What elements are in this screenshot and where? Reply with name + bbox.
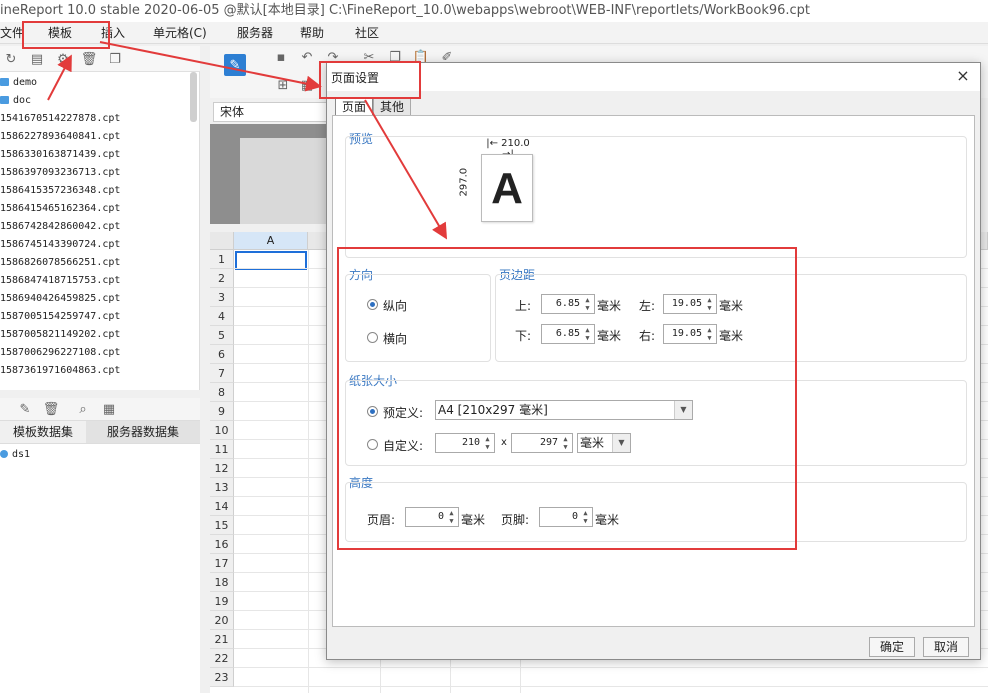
undo-icon[interactable]: ↶ <box>298 48 316 66</box>
tree-file[interactable]: 1587005154259747.cpt <box>0 308 120 326</box>
row-header[interactable]: 17 <box>210 554 234 573</box>
row-header[interactable]: 4 <box>210 307 234 326</box>
row-header[interactable]: 16 <box>210 535 234 554</box>
dataset-list: ds1 <box>0 444 200 693</box>
tab-other[interactable]: 其他 <box>373 97 412 115</box>
tree-folder[interactable]: demo <box>0 74 37 92</box>
menu-bar: 文件 模板 插入 单元格(C) 服务器 帮助 社区 <box>0 22 988 44</box>
insert-grid-icon[interactable]: ▦ <box>298 76 316 94</box>
tree-file[interactable]: 1586940426459825.cpt <box>0 290 120 308</box>
delete-icon[interactable]: 🗑 <box>42 400 60 418</box>
row-header[interactable]: 22 <box>210 649 234 668</box>
row-header[interactable]: 14 <box>210 497 234 516</box>
new-folder-icon[interactable]: ▤ <box>28 50 46 68</box>
row-header[interactable]: 15 <box>210 516 234 535</box>
row-header[interactable]: 8 <box>210 383 234 402</box>
row-header[interactable]: 10 <box>210 421 234 440</box>
row-header[interactable]: 2 <box>210 269 234 288</box>
settings-icon[interactable]: ⚙ <box>54 50 72 68</box>
tree-file[interactable]: 1586397093236713.cpt <box>0 164 120 182</box>
row-header[interactable]: 12 <box>210 459 234 478</box>
dataset-item[interactable]: ds1 <box>0 446 30 464</box>
template-toolbar: ↻ ▤ ⚙ 🗑 ❐ <box>0 46 200 72</box>
edit-icon[interactable]: ✎ <box>16 400 34 418</box>
row-header[interactable]: 11 <box>210 440 234 459</box>
row-header[interactable]: 3 <box>210 288 234 307</box>
menu-server[interactable]: 服务器 <box>237 22 273 44</box>
menu-help[interactable]: 帮助 <box>300 22 324 44</box>
row-header[interactable]: 1 <box>210 250 234 269</box>
folder-icon <box>0 96 9 104</box>
ok-button[interactable]: 确定 <box>869 637 915 657</box>
tree-file[interactable]: 1586330163871439.cpt <box>0 146 120 164</box>
tree-file[interactable]: 1586415465162364.cpt <box>0 200 120 218</box>
tree-file[interactable]: 1586745143390724.cpt <box>0 236 120 254</box>
copy-icon[interactable]: ❐ <box>106 50 124 68</box>
grid-line <box>234 686 988 687</box>
preview-page: A <box>481 154 533 222</box>
preview-group <box>345 136 967 258</box>
row-header[interactable]: 20 <box>210 611 234 630</box>
row-header[interactable]: 21 <box>210 630 234 649</box>
close-icon[interactable]: × <box>954 67 972 85</box>
annotation-box-dialog-title <box>319 61 421 99</box>
tree-file[interactable]: 1586847418715753.cpt <box>0 272 120 290</box>
row-header[interactable]: 5 <box>210 326 234 345</box>
dataset-toolbar: ✎ 🗑 ⌕ ▦ <box>0 398 200 420</box>
template-file-tree: demo doc 1541670514227878.cpt 1586227893… <box>0 72 200 390</box>
save-icon[interactable]: ▪ <box>272 48 290 66</box>
tree-file[interactable]: 1586742842860042.cpt <box>0 218 120 236</box>
template-edit-icon[interactable]: ✎ <box>224 54 246 76</box>
insert-row-icon[interactable]: ⊞ <box>274 76 292 94</box>
tree-file[interactable]: 1587005821149202.cpt <box>0 326 120 344</box>
annotation-box-settings <box>337 247 797 550</box>
delete-icon[interactable]: 🗑 <box>80 50 98 68</box>
ruler-page-area <box>240 138 330 224</box>
row-header[interactable]: 7 <box>210 364 234 383</box>
row-header[interactable]: 9 <box>210 402 234 421</box>
tab-template-dataset[interactable]: 模板数据集 <box>0 421 86 443</box>
preview-icon[interactable]: ⌕ <box>74 400 92 418</box>
window-title: ineReport 10.0 stable 2020-06-05 @默认[本地目… <box>0 0 988 22</box>
row-header[interactable]: 19 <box>210 592 234 611</box>
tree-file[interactable]: 1587361971604863.cpt <box>0 362 120 380</box>
grid-line <box>234 667 988 668</box>
folder-icon <box>0 78 9 86</box>
row-header[interactable]: 6 <box>210 345 234 364</box>
preview-height: 297.0 <box>458 167 470 197</box>
dataset-tabs: 模板数据集 服务器数据集 <box>0 420 200 444</box>
menu-file[interactable]: 文件 <box>0 22 24 44</box>
column-header[interactable]: A <box>234 232 308 250</box>
annotation-box-template-menu <box>22 21 110 49</box>
cancel-button[interactable]: 取消 <box>923 637 969 657</box>
tab-page[interactable]: 页面 <box>335 97 374 115</box>
dataset-settings-icon[interactable]: ▦ <box>100 400 118 418</box>
database-icon <box>0 450 8 458</box>
page-ruler <box>210 124 330 224</box>
row-header[interactable]: 18 <box>210 573 234 592</box>
menu-cell[interactable]: 单元格(C) <box>153 22 207 44</box>
tree-file[interactable]: 1587006296227108.cpt <box>0 344 120 362</box>
grid-line <box>308 250 309 693</box>
tree-file[interactable]: 1586826078566251.cpt <box>0 254 120 272</box>
tab-server-dataset[interactable]: 服务器数据集 <box>86 421 200 443</box>
corner-header[interactable] <box>210 232 234 250</box>
font-family-select[interactable]: 宋体 <box>213 102 328 122</box>
row-header[interactable]: 13 <box>210 478 234 497</box>
tree-scrollbar[interactable] <box>190 72 197 122</box>
refresh-icon[interactable]: ↻ <box>2 50 20 68</box>
menu-community[interactable]: 社区 <box>355 22 379 44</box>
dialog-header: 页面设置 × <box>327 63 980 91</box>
row-header[interactable]: 23 <box>210 668 234 687</box>
tree-file[interactable]: 1541670514227878.cpt <box>0 110 120 128</box>
tree-folder[interactable]: doc <box>0 92 31 110</box>
tree-file[interactable]: 1586227893640841.cpt <box>0 128 120 146</box>
tree-file[interactable]: 1586415357236348.cpt <box>0 182 120 200</box>
